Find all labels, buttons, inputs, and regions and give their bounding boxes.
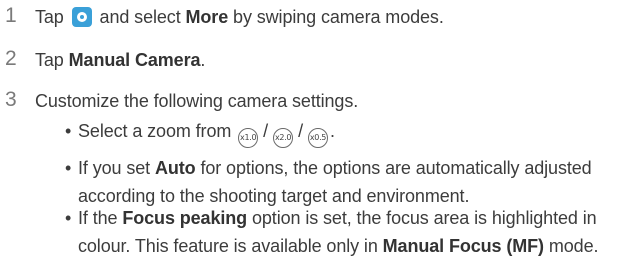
step-text: Tap and select More by swiping camera mo…	[35, 7, 444, 27]
bullet-text: If the Focus peaking option is set, the …	[78, 208, 599, 256]
focus-peaking-label: Focus peaking	[122, 208, 248, 228]
step-number: 1	[5, 4, 17, 27]
more-mode-label: More	[185, 7, 229, 27]
bullet-mark: •	[65, 208, 72, 228]
step-number: 3	[5, 88, 17, 111]
zoom-2x-icon: x2.0	[273, 128, 294, 148]
step-text: Customize the following camera settings.	[35, 91, 359, 111]
manual-camera-label: Manual Camera	[68, 50, 201, 70]
step-text: Tap Manual Camera.	[35, 50, 206, 70]
bullet-text: If you set Auto for options, the options…	[78, 158, 592, 206]
zoom-0-5x-icon: x0.5	[307, 128, 328, 148]
zoom-1x-icon: x1.0	[238, 128, 259, 148]
step-number: 2	[5, 47, 17, 70]
manual-focus-label: Manual Focus (MF)	[382, 236, 544, 256]
camera-app-icon	[71, 7, 92, 27]
bullet-mark: •	[65, 121, 72, 141]
bullet-text: Select a zoom from x1.0/x2.0/x0.5.	[78, 117, 623, 148]
bullet-mark: •	[65, 158, 72, 178]
auto-label: Auto	[154, 158, 196, 178]
instruction-page: 1 Tap and select More by swiping camera …	[0, 0, 632, 261]
